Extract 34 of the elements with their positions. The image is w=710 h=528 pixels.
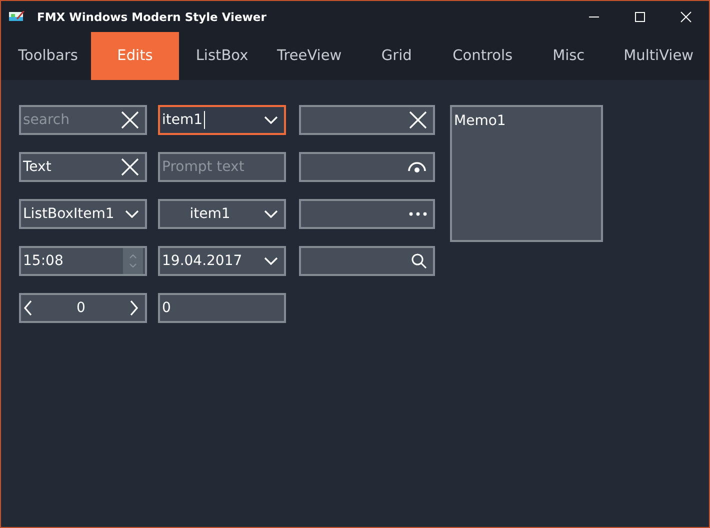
- combo-box[interactable]: item1: [158, 199, 286, 229]
- input-field[interactable]: [299, 152, 435, 182]
- number-stepper[interactable]: 0: [19, 293, 147, 323]
- chevron-down-icon[interactable]: [264, 210, 278, 218]
- ellipsis-icon[interactable]: [409, 212, 427, 216]
- input-field[interactable]: [299, 105, 435, 135]
- chevron-left-icon[interactable]: [23, 300, 33, 316]
- combo-box[interactable]: 19.04.2017: [158, 246, 286, 276]
- combo-box[interactable]: ListBoxItem1: [19, 199, 147, 229]
- input-field[interactable]: [299, 246, 435, 276]
- search-icon[interactable]: [411, 253, 427, 269]
- window-title: FMX Windows Modern Style Viewer: [37, 10, 266, 24]
- clear-icon[interactable]: [121, 158, 139, 176]
- tab[interactable]: Controls: [440, 32, 526, 80]
- input-field[interactable]: [299, 199, 435, 229]
- tab[interactable]: Misc: [526, 32, 612, 80]
- input-field[interactable]: Text: [19, 152, 147, 182]
- memo-field[interactable]: Memo1: [450, 105, 603, 242]
- input-field[interactable]: 15:08: [19, 246, 147, 276]
- chevron-down-icon[interactable]: [264, 116, 278, 124]
- tab[interactable]: MultiView: [612, 32, 706, 80]
- chevron-right-icon[interactable]: [129, 300, 139, 316]
- clear-icon[interactable]: [121, 111, 139, 129]
- tab[interactable]: TreeView: [265, 32, 354, 80]
- eye-icon[interactable]: [407, 161, 427, 173]
- tab[interactable]: ListBox: [179, 32, 265, 80]
- app-icon: [9, 10, 25, 22]
- tab[interactable]: Toolbars: [5, 32, 91, 80]
- input-field[interactable]: 0: [158, 293, 286, 323]
- clear-icon[interactable]: [409, 111, 427, 129]
- combo-box[interactable]: item1: [158, 105, 286, 135]
- chevron-down-icon[interactable]: [264, 257, 278, 265]
- tab[interactable]: Grid: [354, 32, 440, 80]
- chevron-down-icon[interactable]: [125, 210, 139, 218]
